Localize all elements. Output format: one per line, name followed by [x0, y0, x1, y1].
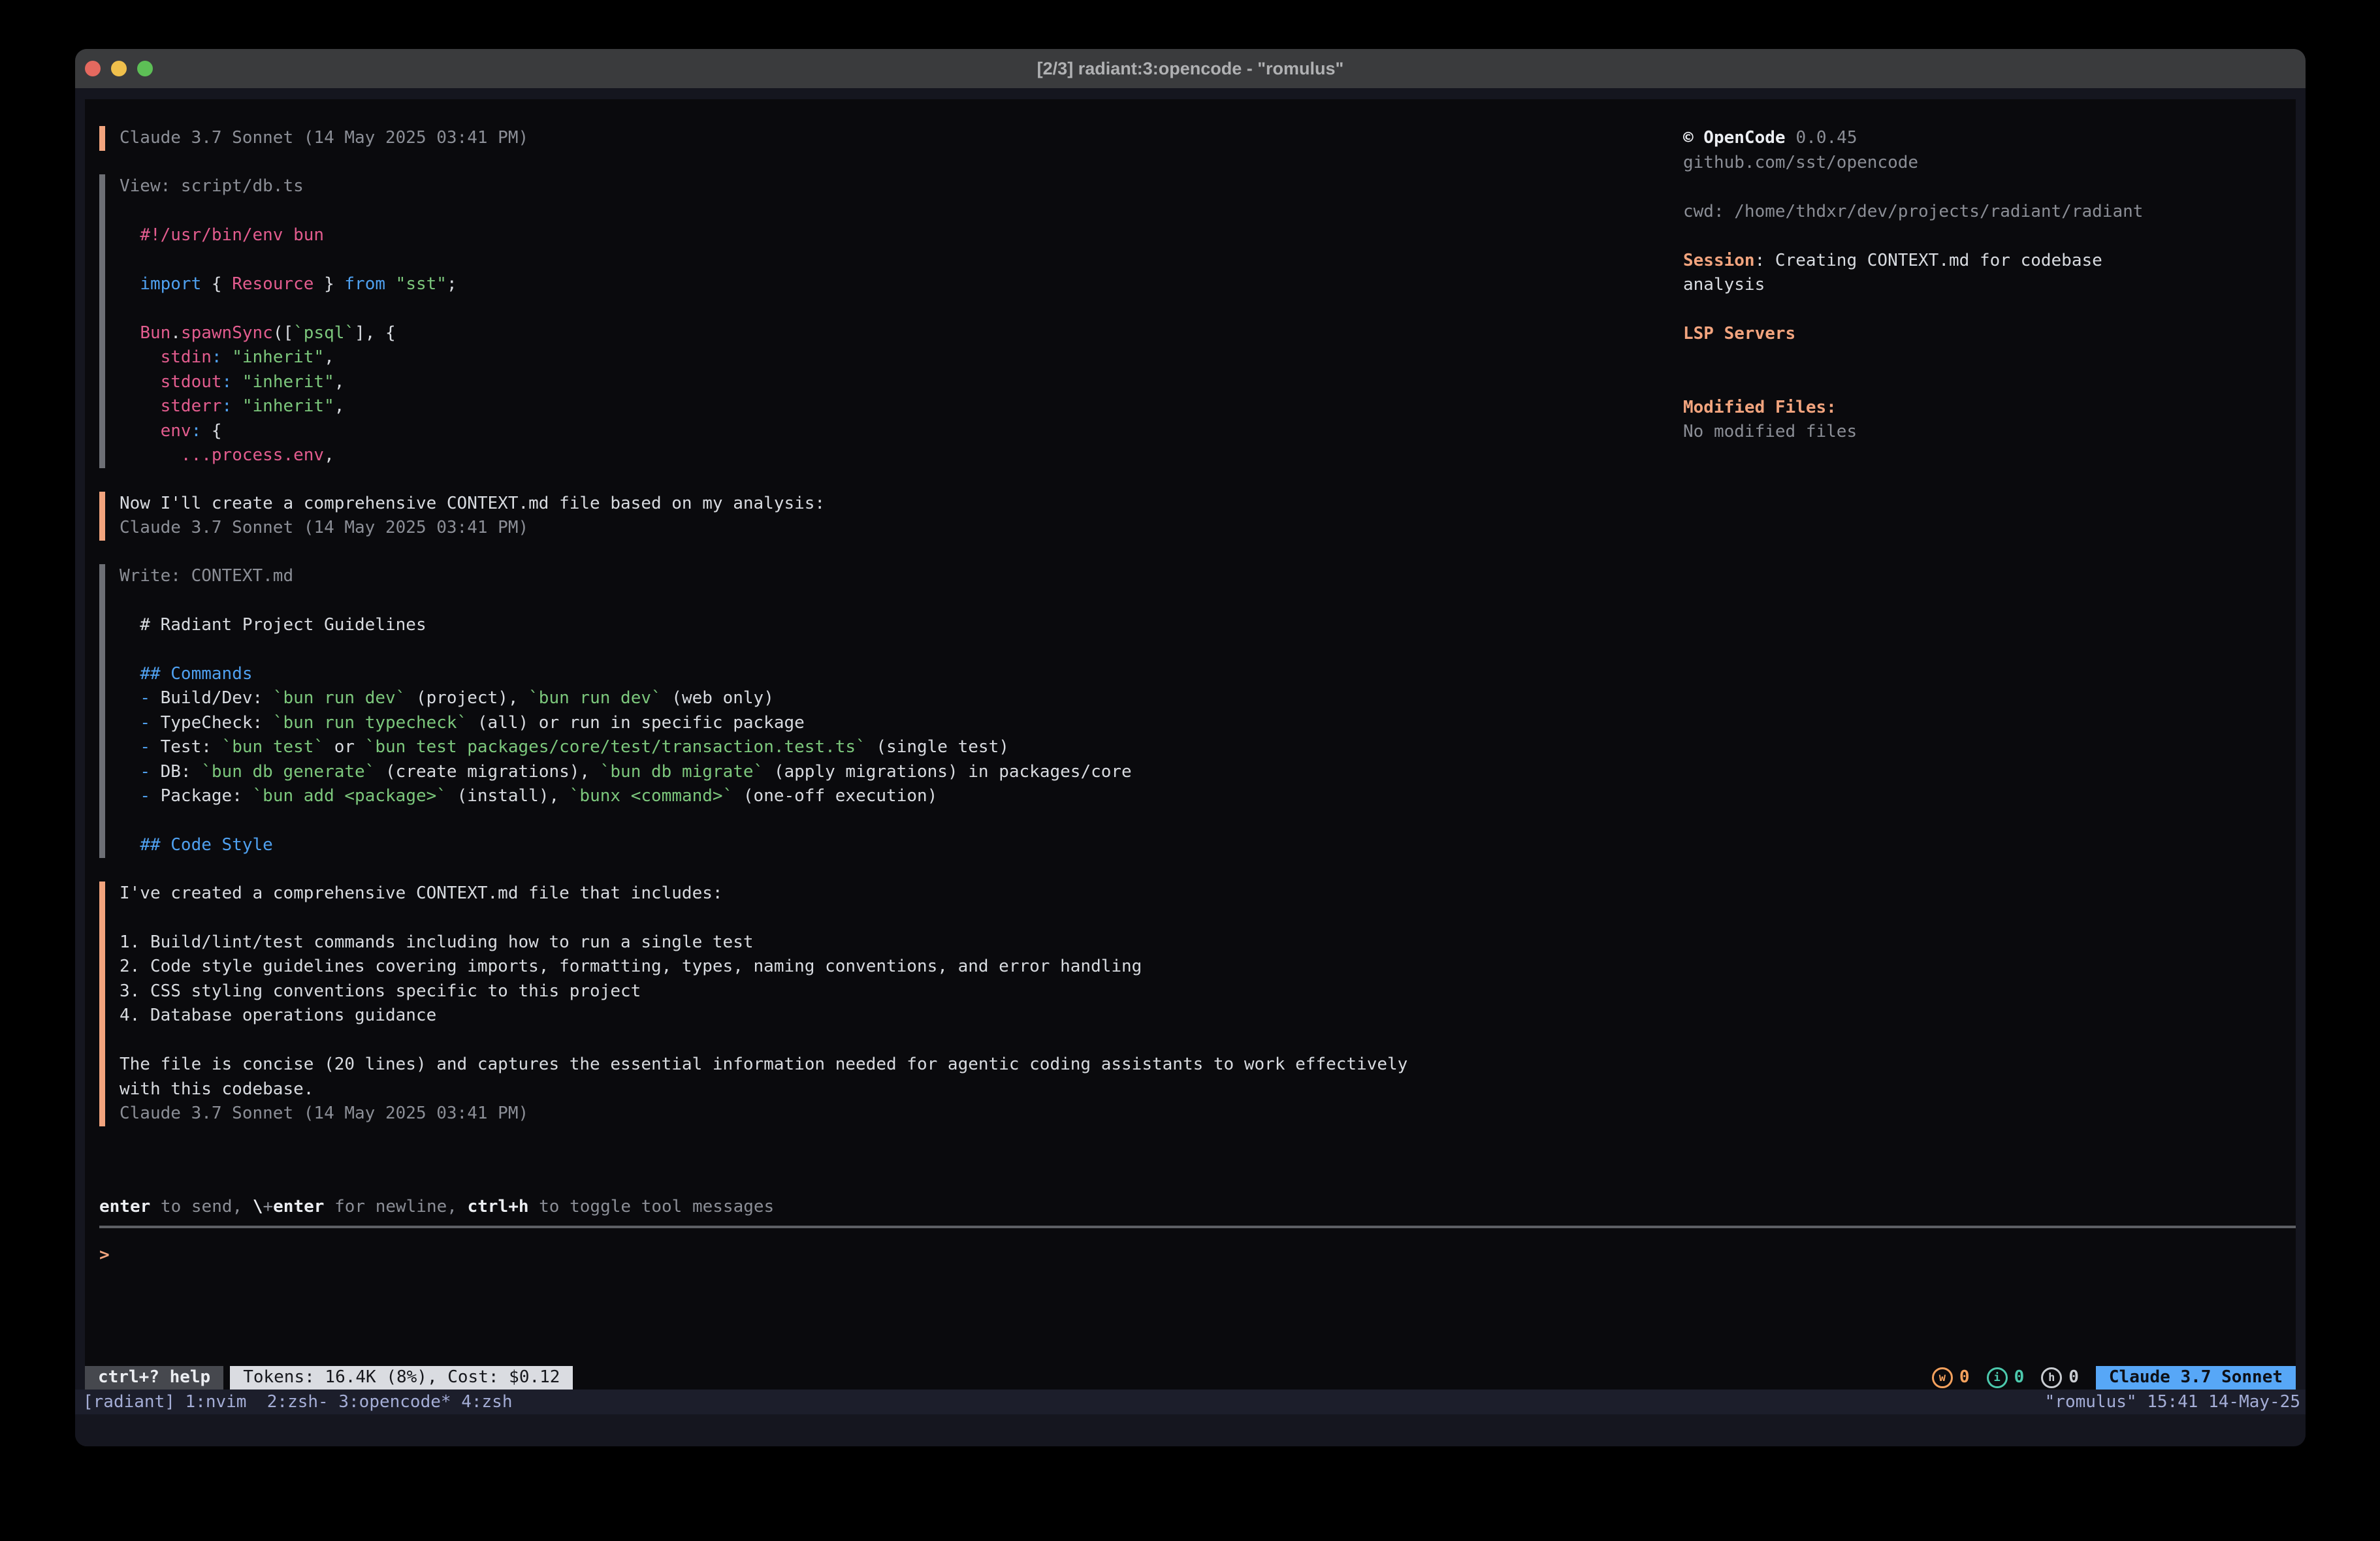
- tmux-left: [radiant] 1:nvim 2:zsh- 3:opencode* 4:zs…: [83, 1392, 512, 1412]
- text-line: - Test: `bun test` or `bun test packages…: [120, 735, 1654, 760]
- text-line: 2. Code style guidelines covering import…: [120, 955, 1654, 979]
- text-line: [120, 637, 1654, 662]
- tool-view-block: View: script/db.ts #!/usr/bin/env bun im…: [99, 174, 1654, 468]
- text-line: stdin: "inherit",: [120, 345, 1654, 370]
- repo-link[interactable]: github.com/sst/opencode: [1683, 151, 2166, 176]
- assistant-summary-block: I've created a comprehensive CONTEXT.md …: [99, 882, 1654, 1126]
- info-count: 0: [2014, 1365, 2025, 1390]
- input-hint: enter to send, \+enter for newline, ctrl…: [99, 1195, 2296, 1220]
- diagnostic-info: i0: [1987, 1365, 2025, 1390]
- app-version: 0.0.45: [1786, 128, 1857, 148]
- hints-icon: h: [2041, 1367, 2062, 1388]
- session-label: Session: [1683, 251, 1755, 270]
- text-line: 1. Build/lint/test commands including ho…: [120, 930, 1654, 955]
- text-line: [120, 809, 1654, 834]
- text-line: 3. CSS styling conventions specific to t…: [120, 979, 1654, 1004]
- text-line: [120, 1028, 1654, 1053]
- cwd-path: cwd: /home/thdxr/dev/projects/radiant/ra…: [1683, 200, 2166, 225]
- app-brand: © OpenCode0.0.45: [1683, 126, 2166, 151]
- text-line: env: {: [120, 419, 1654, 444]
- text-line: enter to send, \+enter for newline, ctrl…: [99, 1195, 2296, 1220]
- text-line: [120, 199, 1654, 223]
- input-area: enter to send, \+enter for newline, ctrl…: [99, 1195, 2296, 1267]
- text-line: ...process.env,: [120, 443, 1654, 468]
- tmux-window-4[interactable]: 4:zsh: [451, 1392, 513, 1412]
- text-line: - Package: `bun add <package>` (install)…: [120, 784, 1654, 809]
- text-line: Bun.spawnSync([`psql`], {: [120, 321, 1654, 346]
- text-line: # Radiant Project Guidelines: [120, 613, 1654, 638]
- tmux-window-2[interactable]: 2:zsh-: [257, 1392, 329, 1412]
- lsp-servers-heading: LSP Servers: [1683, 322, 2166, 347]
- text-line: with this codebase.: [120, 1077, 1654, 1102]
- status-bar: ctrl+? help Tokens: 16.4K (8%), Cost: $0…: [85, 1366, 2296, 1390]
- text-line: ## Commands: [120, 662, 1654, 687]
- text-line: stdout: "inherit",: [120, 370, 1654, 395]
- assistant-meta-block: Claude 3.7 Sonnet (14 May 2025 03:41 PM): [99, 126, 1654, 151]
- text-line: Write: CONTEXT.md: [120, 564, 1654, 589]
- assistant-message-block: Now I'll create a comprehensive CONTEXT.…: [99, 492, 1654, 541]
- text-line: Claude 3.7 Sonnet (14 May 2025 03:41 PM): [120, 516, 1654, 541]
- text-line: [120, 296, 1654, 321]
- tool-write-block: Write: CONTEXT.md # Radiant Project Guid…: [99, 564, 1654, 858]
- help-badge: ctrl+? help: [85, 1366, 223, 1390]
- text-line: 4. Database operations guidance: [120, 1004, 1654, 1028]
- text-line: Claude 3.7 Sonnet (14 May 2025 03:41 PM): [120, 126, 1654, 151]
- window-titlebar: [2/3] radiant:3:opencode - "romulus": [75, 49, 2306, 89]
- terminal-area: Claude 3.7 Sonnet (14 May 2025 03:41 PM)…: [75, 88, 2306, 1446]
- minimize-button[interactable]: [111, 61, 127, 76]
- chat-panel: Claude 3.7 Sonnet (14 May 2025 03:41 PM)…: [99, 126, 1654, 1150]
- text-line: ## Code Style: [120, 833, 1654, 858]
- text-line: - TypeCheck: `bun run typecheck` (all) o…: [120, 711, 1654, 736]
- text-line: - Build/Dev: `bun run dev` (project), `b…: [120, 686, 1654, 711]
- opencode-tui: Claude 3.7 Sonnet (14 May 2025 03:41 PM)…: [85, 99, 2296, 1390]
- modified-files-empty: No modified files: [1683, 420, 2166, 445]
- window-title: [2/3] radiant:3:opencode - "romulus": [1037, 59, 1344, 79]
- traffic-lights: [85, 61, 153, 76]
- info-sidebar: © OpenCode0.0.45 github.com/sst/opencode…: [1683, 126, 2166, 445]
- hints-count: 0: [2068, 1365, 2079, 1390]
- tmux-window-1[interactable]: 1:nvim: [175, 1392, 257, 1412]
- text-line: Claude 3.7 Sonnet (14 May 2025 03:41 PM): [120, 1102, 1654, 1126]
- tmux-host-clock: "romulus" 15:41 14-May-25: [2045, 1392, 2300, 1412]
- text-line: The file is concise (20 lines) and captu…: [120, 1053, 1654, 1077]
- text-line: [120, 588, 1654, 613]
- text-line: stderr: "inherit",: [120, 394, 1654, 419]
- text-line: [120, 247, 1654, 272]
- input-separator: [99, 1226, 2296, 1228]
- tmux-session-name: [radiant]: [83, 1392, 175, 1412]
- text-line: View: script/db.ts: [120, 174, 1654, 199]
- info-icon: i: [1987, 1367, 2008, 1388]
- warnings-icon: w: [1932, 1367, 1953, 1388]
- tmux-status-bar: [radiant] 1:nvim 2:zsh- 3:opencode* 4:zs…: [75, 1390, 2306, 1414]
- diagnostics-counters: w0i0h0: [1932, 1365, 2079, 1390]
- text-line: import { Resource } from "sst";: [120, 272, 1654, 297]
- text-line: Now I'll create a comprehensive CONTEXT.…: [120, 492, 1654, 516]
- app-name: © OpenCode: [1683, 128, 1786, 148]
- session-info: Session: Creating CONTEXT.md for codebas…: [1683, 249, 2166, 298]
- text-line: #!/usr/bin/env bun: [120, 223, 1654, 248]
- prompt-icon: >: [99, 1245, 110, 1265]
- warnings-count: 0: [1959, 1365, 1970, 1390]
- terminal-window: [2/3] radiant:3:opencode - "romulus" Cla…: [75, 49, 2306, 1446]
- message-input[interactable]: >: [99, 1243, 2296, 1268]
- diagnostic-warnings: w0: [1932, 1365, 1970, 1390]
- model-badge[interactable]: Claude 3.7 Sonnet: [2096, 1366, 2296, 1390]
- tmux-window-3[interactable]: 3:opencode*: [329, 1392, 451, 1412]
- text-line: - DB: `bun db generate` (create migratio…: [120, 760, 1654, 785]
- close-button[interactable]: [85, 61, 101, 76]
- diagnostic-hints: h0: [2041, 1365, 2079, 1390]
- modified-files-heading: Modified Files:: [1683, 396, 2166, 421]
- tokens-cost-badge: Tokens: 16.4K (8%), Cost: $0.12: [230, 1366, 573, 1390]
- fullscreen-button[interactable]: [137, 61, 153, 76]
- text-line: I've created a comprehensive CONTEXT.md …: [120, 882, 1654, 906]
- text-line: [120, 906, 1654, 930]
